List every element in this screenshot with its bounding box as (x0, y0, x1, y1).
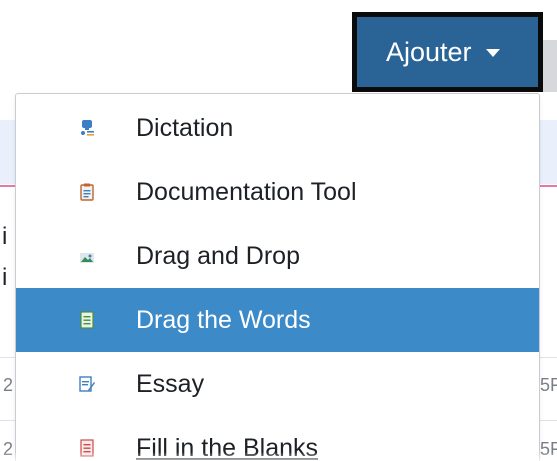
add-content-dropdown-menu: Dictation Documentation Tool Drag and Dr… (15, 93, 540, 461)
drag-and-drop-icon (80, 253, 94, 263)
background-text-fragment: i (2, 223, 8, 250)
add-dropdown-button[interactable]: Ajouter (352, 12, 543, 92)
background-text-fragment: i (2, 264, 8, 291)
essay-icon (79, 376, 95, 392)
menu-item-label: Documentation Tool (136, 177, 357, 206)
documentation-tool-icon (80, 183, 94, 201)
page: i i 2 2 5F 5F Ajouter Dictation Document… (0, 0, 557, 461)
dictation-icon (81, 120, 94, 136)
menu-item-label: Drag and Drop (136, 241, 300, 270)
add-button-label: Ajouter (386, 36, 472, 67)
background-pink-divider-left (0, 185, 16, 187)
menu-item-label: Drag the Words (136, 305, 311, 334)
background-highlight-left (0, 120, 16, 184)
menu-item-essay[interactable]: Essay (16, 352, 539, 416)
background-highlight-right (540, 120, 557, 184)
bottom-fade-overlay (0, 452, 557, 461)
menu-item-label: Essay (136, 369, 205, 398)
background-text-fragment: 2 (3, 375, 14, 395)
menu-item-drag-the-words[interactable]: Drag the Words (16, 288, 539, 352)
background-text-fragment: 5F (540, 375, 557, 395)
menu-item-label: Dictation (136, 113, 234, 142)
menu-item-dictation[interactable]: Dictation (16, 96, 539, 160)
menu-item-documentation-tool[interactable]: Documentation Tool (16, 160, 539, 224)
drag-the-words-icon (80, 311, 94, 329)
background-pink-divider-right (540, 185, 557, 187)
background-gray-button (543, 40, 557, 92)
caret-down-icon (485, 49, 500, 57)
menu-item-drag-and-drop[interactable]: Drag and Drop (16, 224, 539, 288)
